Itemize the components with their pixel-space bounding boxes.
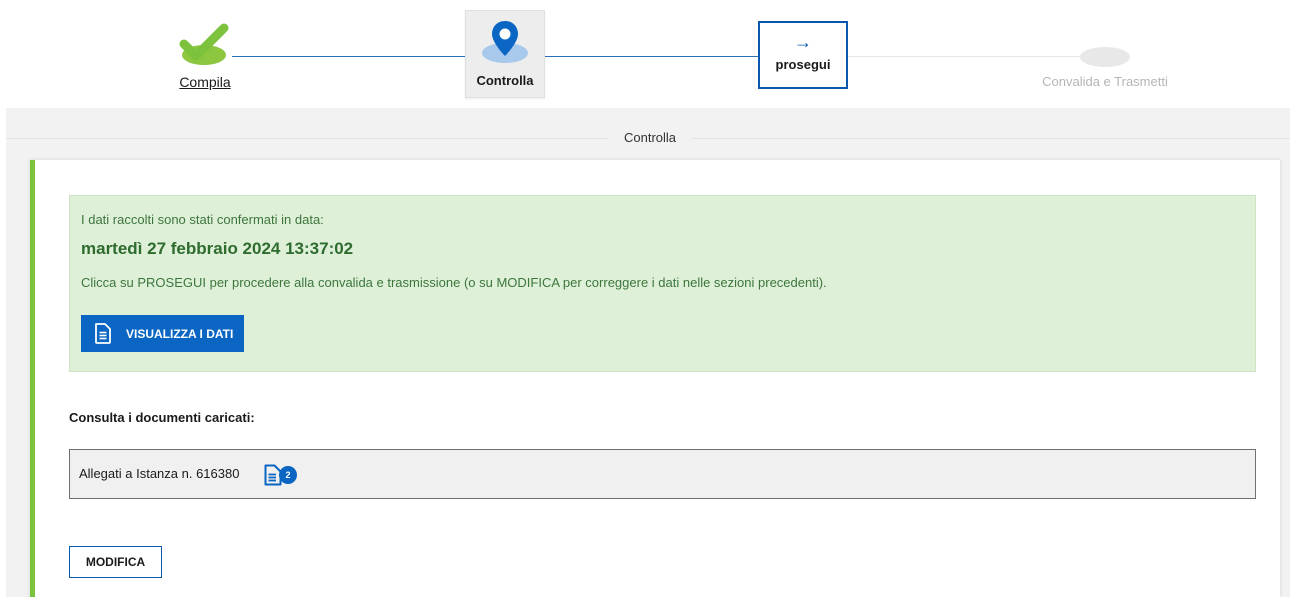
document-icon [95, 323, 111, 344]
progress-stepper: Compila Controlla → prosegui Convalida e… [0, 0, 1290, 108]
prosegui-button[interactable]: → prosegui [758, 21, 848, 89]
section-title-wrapper: Controlla [6, 130, 1290, 145]
step-compila-link[interactable]: Compila [160, 74, 250, 90]
stepper-connector [848, 56, 1080, 57]
step-controlla: Controlla [465, 10, 545, 98]
right-gutter [1280, 160, 1290, 597]
attachments-count-badge: 2 [279, 466, 297, 484]
arrow-right-icon: → [794, 32, 812, 52]
location-pin-icon [492, 21, 518, 56]
alert-intro: I dati raccolti sono stati confermati in… [81, 212, 324, 227]
alert-description: Clicca su PROSEGUI per procedere alla co… [81, 275, 827, 290]
stepper-connector [232, 56, 466, 57]
documents-heading: Consulta i documenti caricati: [69, 410, 255, 425]
prosegui-label: prosegui [775, 57, 831, 72]
step-convalida-placeholder-icon [1080, 47, 1130, 67]
attachments-label: Allegati a Istanza n. 616380 [79, 466, 240, 481]
check-icon [179, 23, 229, 61]
confirmation-alert: I dati raccolti sono stati confermati in… [69, 195, 1256, 372]
main-card: I dati raccolti sono stati confermati in… [30, 160, 1280, 597]
step-convalida-label: Convalida e Trasmetti [1042, 74, 1168, 89]
step-controlla-label: Controlla [476, 73, 534, 88]
stepper-connector [543, 56, 758, 57]
view-data-label: VISUALIZZA I DATI [126, 327, 234, 341]
confirmation-date: martedì 27 febbraio 2024 13:37:02 [81, 239, 354, 258]
section-header: Controlla [6, 108, 1290, 160]
section-title: Controlla [607, 130, 693, 145]
attachments-box: Allegati a Istanza n. 616380 2 [69, 449, 1256, 499]
view-data-button[interactable]: VISUALIZZA I DATI [81, 315, 244, 352]
left-gutter [6, 160, 30, 597]
modify-button[interactable]: MODIFICA [69, 546, 162, 578]
